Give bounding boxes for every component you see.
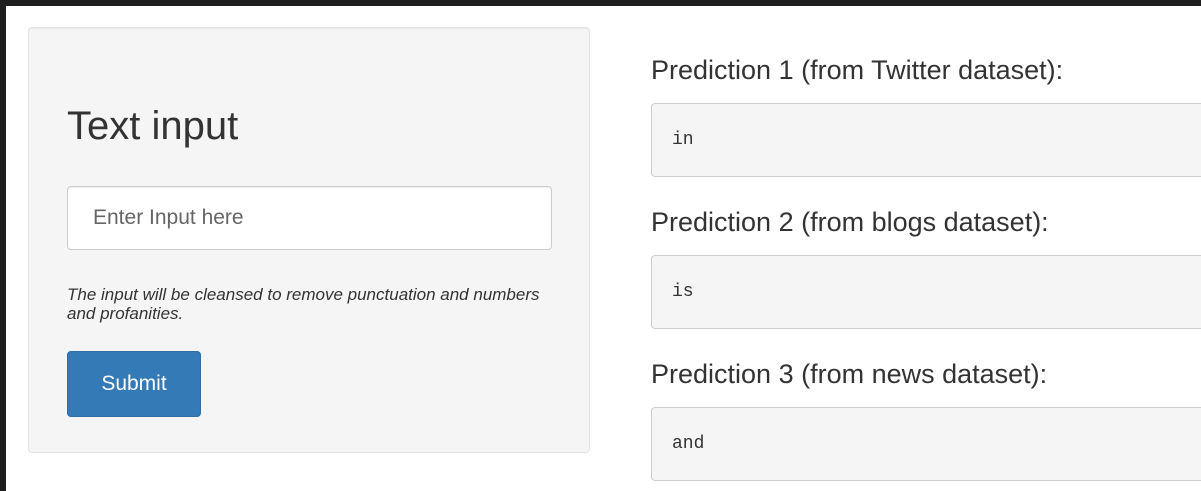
prediction-3-output: and [651,407,1201,481]
help-text: The input will be cleansed to remove pun… [67,285,540,323]
prediction-2-output: is [651,255,1201,329]
text-input-field[interactable] [67,186,552,250]
input-panel: Text input The input will be cleansed to… [28,27,590,453]
window-top-edge [0,0,1201,6]
prediction-3-label: Prediction 3 (from news dataset): [651,359,1048,389]
prediction-2-label: Prediction 2 (from blogs dataset): [651,207,1049,237]
input-panel-title: Text input [67,104,239,148]
submit-button[interactable]: Submit [67,351,201,417]
window-left-edge [0,0,6,491]
prediction-1-label: Prediction 1 (from Twitter dataset): [651,55,1064,85]
prediction-1-output: in [651,103,1201,177]
